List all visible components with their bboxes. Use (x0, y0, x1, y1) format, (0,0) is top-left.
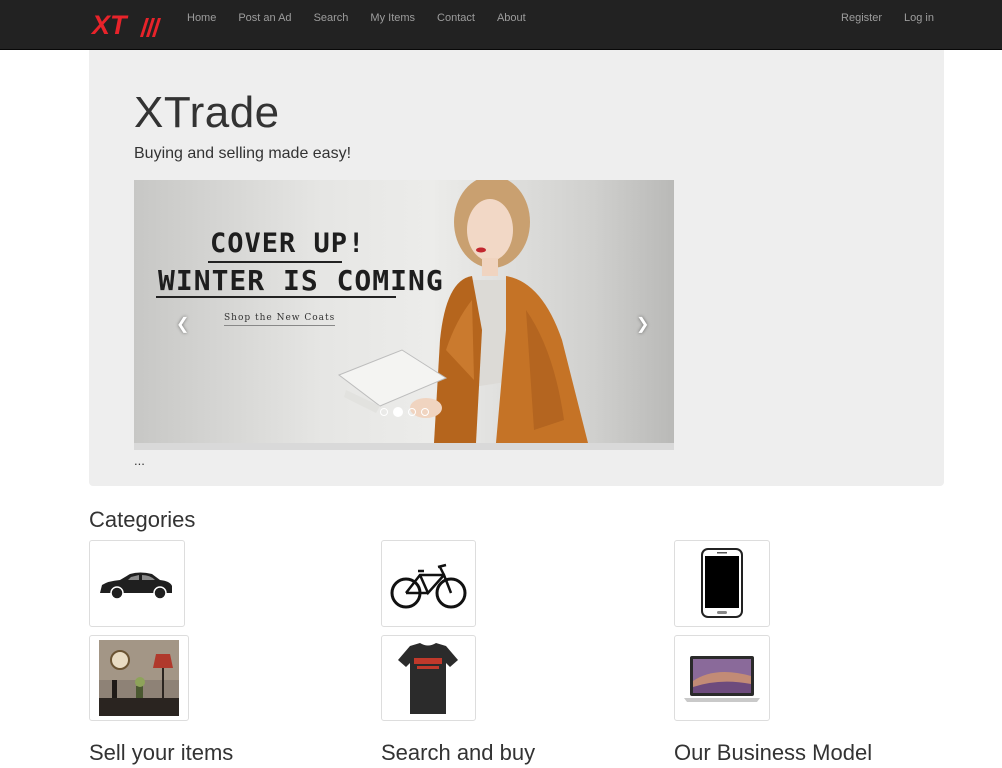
nav-about[interactable]: About (497, 0, 526, 49)
nav-contact[interactable]: Contact (437, 0, 475, 49)
t-shirt-icon (398, 643, 458, 714)
category-car[interactable] (89, 540, 185, 627)
smartphone-icon (701, 548, 743, 618)
jumbotron: XTrade Buying and selling made easy! COV (89, 50, 944, 486)
brand-logo[interactable]: XT (90, 9, 164, 40)
nav-post-an-ad[interactable]: Post an Ad (238, 0, 291, 49)
page-title: XTrade (134, 88, 280, 137)
carousel-indicator-1[interactable] (380, 408, 388, 416)
nav-home[interactable]: Home (187, 0, 216, 49)
carousel[interactable]: COVER UP! WINTER IS COMING Shop the New … (134, 180, 674, 450)
category-home-decor[interactable] (89, 635, 189, 721)
nav-account: Register Log in (819, 0, 934, 49)
section-sell-items: Sell your items (89, 740, 234, 765)
category-bicycle[interactable] (381, 540, 476, 627)
section-business-model: Our Business Model (674, 740, 873, 765)
promo-heading-1: COVER UP! (210, 228, 366, 259)
carousel-caption: ... (134, 453, 145, 468)
navbar: XT Home Post an Ad Search My Items Conta… (0, 0, 1002, 50)
category-t-shirt[interactable] (381, 635, 476, 721)
home-decor-icon (99, 640, 179, 716)
carousel-footer-bar (134, 443, 674, 450)
tagline: Buying and selling made easy! (134, 145, 352, 162)
nav-menu: Home Post an Ad Search My Items Contact … (187, 0, 548, 49)
chevron-right-icon[interactable]: ❯ (636, 314, 649, 334)
laptop-icon (684, 656, 760, 702)
svg-text:XT: XT (90, 10, 129, 39)
nav-register[interactable]: Register (841, 0, 882, 49)
promo-divider (208, 261, 342, 263)
car-icon (100, 572, 172, 600)
category-laptop[interactable] (674, 635, 770, 721)
nav-search[interactable]: Search (314, 0, 349, 49)
promo-divider (156, 296, 396, 298)
nav-my-items[interactable]: My Items (370, 0, 415, 49)
carousel-indicator-3[interactable] (408, 408, 416, 416)
xt-logo-icon: XT (90, 10, 161, 40)
nav-login[interactable]: Log in (904, 0, 934, 49)
promo-heading-2: WINTER IS COMING (158, 264, 444, 297)
categories-heading: Categories (89, 507, 196, 532)
model-photo-icon (337, 180, 588, 443)
carousel-indicator-4[interactable] (421, 408, 429, 416)
section-search-buy: Search and buy (381, 740, 536, 765)
promo-cta[interactable]: Shop the New Coats (224, 313, 336, 326)
category-smartphone[interactable] (674, 540, 770, 627)
carousel-indicators (380, 407, 434, 417)
chevron-left-icon[interactable]: ❮ (176, 314, 189, 334)
carousel-indicator-2[interactable] (393, 407, 403, 417)
bicycle-icon (390, 563, 467, 609)
